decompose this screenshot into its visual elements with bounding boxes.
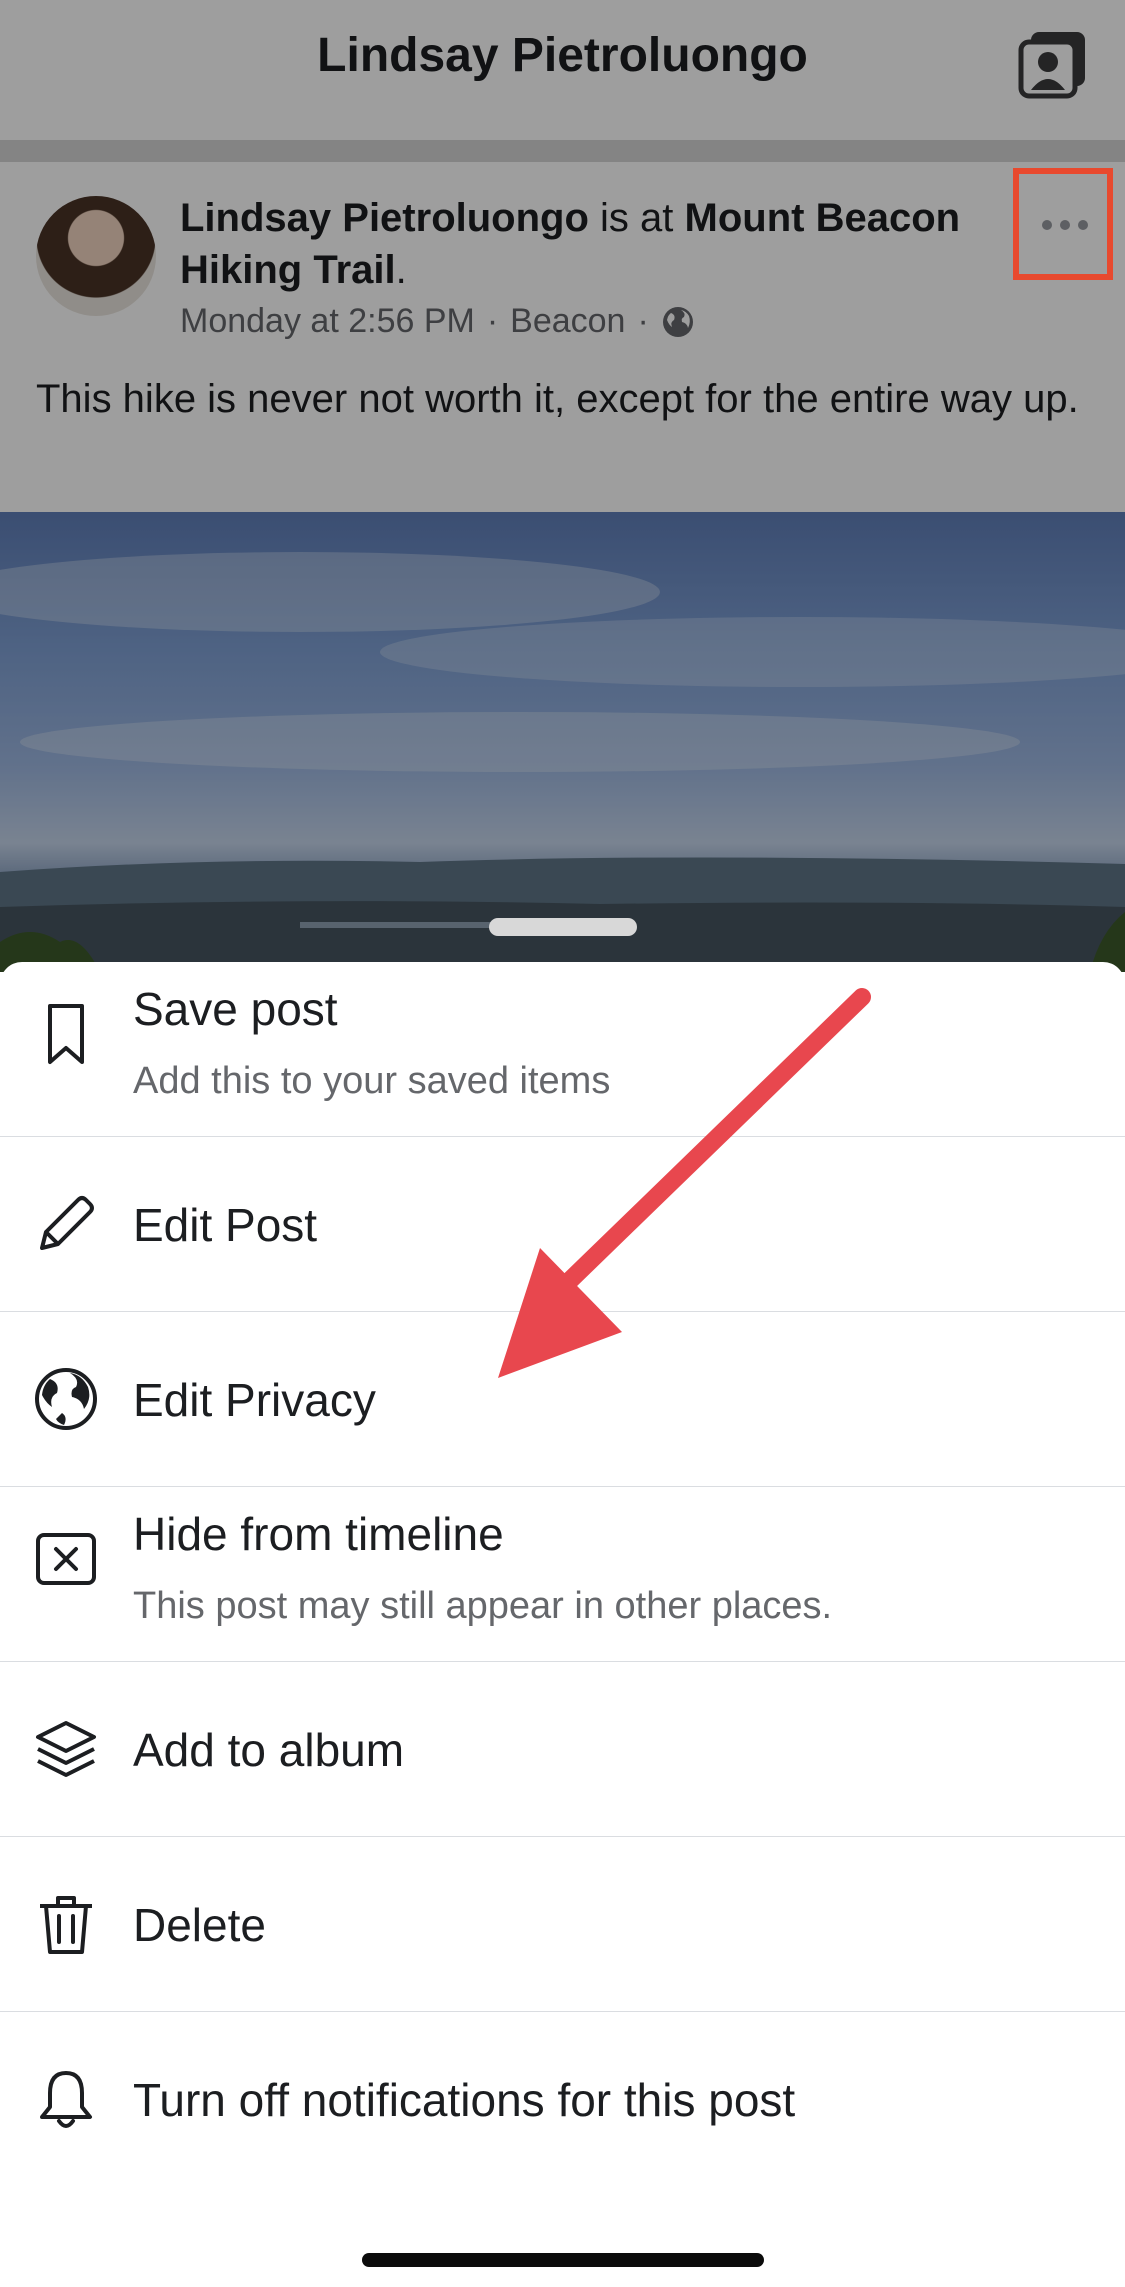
item-title: Turn off notifications for this post <box>133 2074 796 2126</box>
dim-overlay[interactable] <box>0 0 1125 972</box>
hide-from-timeline-item[interactable]: Hide from timeline This post may still a… <box>0 1487 1125 1662</box>
item-title: Edit Privacy <box>133 1374 376 1426</box>
delete-item[interactable]: Delete <box>0 1837 1125 2012</box>
bookmark-icon <box>32 1000 100 1068</box>
pencil-icon <box>32 1190 100 1258</box>
item-title: Add to album <box>133 1724 405 1776</box>
item-title: Delete <box>133 1899 266 1951</box>
app-screen: Lindsay Pietroluongo Lindsay Pietroluong… <box>0 0 1125 2287</box>
more-options-highlight <box>1013 168 1113 280</box>
globe-icon <box>32 1365 100 1433</box>
save-post-item[interactable]: Save post Add this to your saved items <box>0 962 1125 1137</box>
item-title: Edit Post <box>133 1199 318 1251</box>
action-sheet: Save post Add this to your saved items E… <box>0 962 1125 2287</box>
album-layers-icon <box>32 1715 100 1783</box>
turn-off-notifications-item[interactable]: Turn off notifications for this post <box>0 2012 1125 2187</box>
item-title: Hide from timeline <box>133 1508 504 1560</box>
item-subtitle: Add this to your saved items <box>133 1060 611 1102</box>
edit-post-item[interactable]: Edit Post <box>0 1137 1125 1312</box>
item-subtitle: This post may still appear in other plac… <box>133 1585 833 1627</box>
add-to-album-item[interactable]: Add to album <box>0 1662 1125 1837</box>
hide-x-icon <box>32 1525 100 1593</box>
item-title: Save post <box>133 983 338 1035</box>
edit-privacy-item[interactable]: Edit Privacy <box>0 1312 1125 1487</box>
sheet-grabber[interactable] <box>489 918 637 936</box>
bell-icon <box>32 2065 100 2133</box>
trash-icon <box>32 1890 100 1958</box>
home-indicator[interactable] <box>362 2253 764 2267</box>
